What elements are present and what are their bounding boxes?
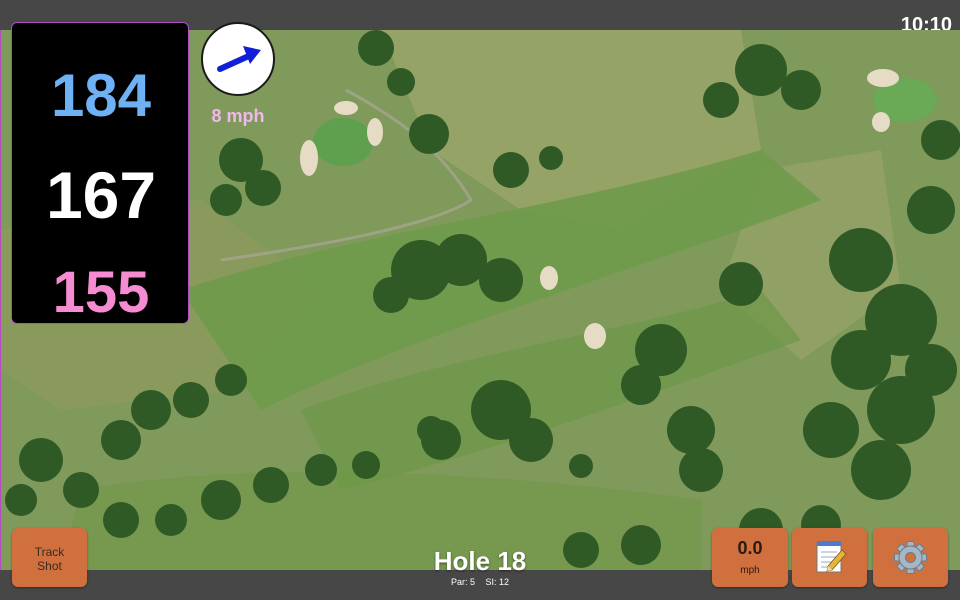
notes-button[interactable] <box>792 528 867 587</box>
wind-arrow-icon <box>217 46 261 72</box>
wind-speed-label: 8 mph <box>211 106 265 126</box>
hole-details: Par: 5 SI: 12 <box>380 577 580 587</box>
hole-par: Par: 5 <box>450 577 475 587</box>
track-shot-label: Track Shot <box>34 545 65 573</box>
speed-value: 0.0 <box>737 538 763 558</box>
speed-unit: mph <box>740 565 760 576</box>
hole-title: Hole 18 <box>433 546 527 576</box>
hole-stroke-index: SI: 12 <box>485 577 510 587</box>
settings-button[interactable] <box>873 528 948 587</box>
distance-panel: 184 167 155 <box>11 22 189 325</box>
track-shot-button[interactable]: Track Shot <box>12 528 87 587</box>
wind-indicator[interactable] <box>201 22 275 96</box>
back-distance: 184 <box>50 62 152 129</box>
front-distance: 155 <box>52 260 150 325</box>
speed-button[interactable]: 0.0 mph <box>712 528 788 587</box>
gear-icon <box>894 541 927 574</box>
middle-distance: 167 <box>45 158 157 232</box>
notepad-icon <box>816 541 847 573</box>
